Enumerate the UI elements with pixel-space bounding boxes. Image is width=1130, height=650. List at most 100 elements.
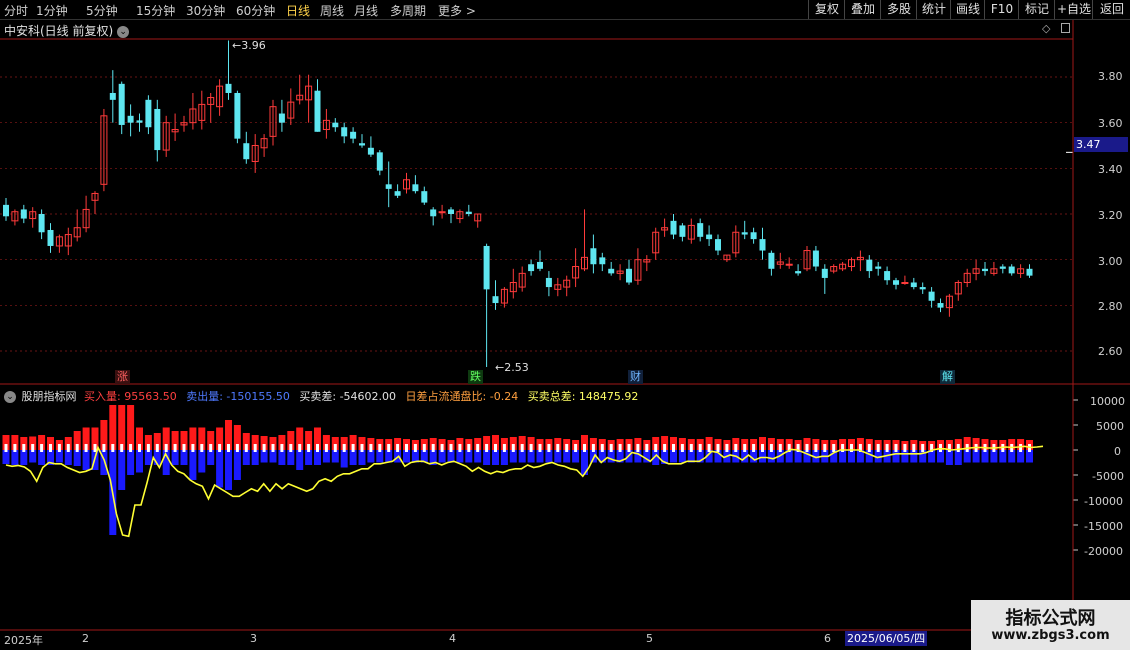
diff-marker	[734, 444, 738, 452]
x-month-5: 5	[646, 632, 653, 645]
y-tick-260: 2.60	[1098, 345, 1123, 358]
diff-marker	[583, 444, 586, 452]
buy-volume-label: 买入量: 95563.50	[84, 390, 177, 403]
sell-volume-bar	[242, 450, 250, 465]
diff-marker	[298, 444, 302, 452]
diff-marker	[885, 444, 889, 452]
diff-marker	[253, 444, 257, 452]
candle-body-down	[999, 266, 1006, 269]
diff-ratio-label: 日差占流通盘比: -0.24	[405, 390, 519, 403]
chevron-down-icon[interactable]: ⌄	[4, 391, 16, 403]
sell-volume-bar	[278, 450, 286, 465]
candle-body-down	[626, 268, 632, 283]
ind-y-tick-5000: 5000	[1096, 420, 1124, 433]
diff-marker	[520, 444, 524, 452]
diff-marker	[93, 444, 97, 452]
ind-y-tick-0: 0	[1114, 445, 1121, 458]
diff-marker	[565, 444, 569, 452]
indicator-title: ⌄ 股朋指标网 买入量: 95563.50 卖出量: -150155.50 买卖…	[4, 388, 638, 404]
candle-body-down	[359, 143, 365, 146]
x-year-label: 2025年	[4, 634, 43, 647]
candle-body-down	[919, 287, 926, 290]
sell-volume-bar	[349, 450, 357, 465]
diff-marker	[502, 444, 506, 452]
diff-marker	[271, 444, 275, 452]
diff-marker	[894, 444, 898, 452]
candle-body-down	[225, 83, 232, 93]
candle-body-down	[599, 257, 606, 265]
candle-body-down	[812, 250, 819, 267]
diff-marker	[707, 444, 711, 452]
diff-marker	[805, 444, 809, 452]
candle-body-down	[759, 239, 766, 251]
diff-marker	[654, 444, 658, 452]
diff-marker	[609, 444, 613, 452]
diff-marker	[600, 444, 604, 452]
diff-marker	[227, 444, 230, 452]
diff-marker	[316, 444, 319, 452]
low-price-label: ←2.53	[495, 361, 529, 374]
candle-body-down	[982, 268, 988, 272]
candle-body-down	[430, 209, 437, 217]
diff-marker	[814, 444, 818, 452]
diff-marker	[155, 444, 159, 452]
x-month-4: 4	[449, 632, 456, 645]
diff-marker	[307, 444, 311, 452]
sell-volume-bar	[207, 450, 215, 465]
sell-volume-bar	[180, 450, 188, 465]
diff-marker	[387, 444, 391, 452]
sell-volume-bar	[251, 450, 259, 465]
candle-body-down	[483, 245, 490, 290]
diff-marker	[405, 444, 408, 452]
diff-marker	[529, 444, 533, 452]
diff-marker	[138, 444, 141, 452]
y-tick-300: 3.00	[1098, 255, 1123, 268]
marker-unlock[interactable]: 解	[940, 370, 955, 384]
x-month-2: 2	[82, 632, 89, 645]
marker-limit-up[interactable]: 涨	[115, 370, 130, 384]
sell-volume-bar	[189, 450, 197, 480]
candle-body-down	[537, 261, 543, 269]
sell-volume-bar	[144, 450, 152, 465]
candle-body-down	[278, 113, 285, 123]
diff-marker	[84, 444, 88, 452]
candle-body-down	[154, 108, 161, 151]
y-tick-360: 3.60	[1098, 117, 1123, 130]
buy-volume-bar	[109, 405, 117, 450]
diff-marker	[4, 444, 8, 452]
diff-marker	[752, 444, 756, 452]
candle-body-down	[608, 268, 615, 274]
diff-marker	[956, 444, 960, 452]
candle-body-down	[697, 223, 704, 237]
total-diff-label: 买卖总差: 148475.92	[527, 390, 639, 403]
diff-marker	[31, 444, 35, 452]
ind-y-tick-neg10000: -10000	[1084, 495, 1123, 508]
marker-finance[interactable]: 财	[628, 370, 643, 384]
candle-body-down	[127, 115, 134, 123]
indicator-name[interactable]: 股朋指标网	[22, 390, 77, 403]
diff-marker	[511, 444, 515, 452]
diff-marker	[146, 444, 150, 452]
candle-body-down	[109, 92, 116, 100]
diff-marker	[672, 444, 675, 452]
high-price-label: ←3.96	[232, 39, 266, 52]
sell-volume-bar	[118, 450, 126, 490]
sell-volume-bar	[945, 450, 953, 465]
candle-body-down	[394, 191, 401, 196]
diff-marker	[823, 444, 827, 452]
watermark: 指标公式网 www.zbgs3.com	[971, 600, 1130, 650]
candle-body-down	[893, 280, 899, 285]
diff-marker	[494, 444, 497, 452]
diff-marker	[324, 444, 328, 452]
sell-volume-bar	[11, 450, 19, 465]
candle-body-down	[590, 248, 597, 265]
sell-volume-bar	[2, 450, 10, 464]
diff-marker	[921, 444, 925, 452]
diff-marker	[235, 444, 239, 452]
marker-limit-down[interactable]: 跌	[468, 370, 483, 384]
diff-marker	[449, 444, 453, 452]
diff-marker	[689, 444, 693, 452]
diff-marker	[75, 444, 79, 452]
diff-marker	[663, 444, 667, 452]
diff-marker	[485, 444, 489, 452]
